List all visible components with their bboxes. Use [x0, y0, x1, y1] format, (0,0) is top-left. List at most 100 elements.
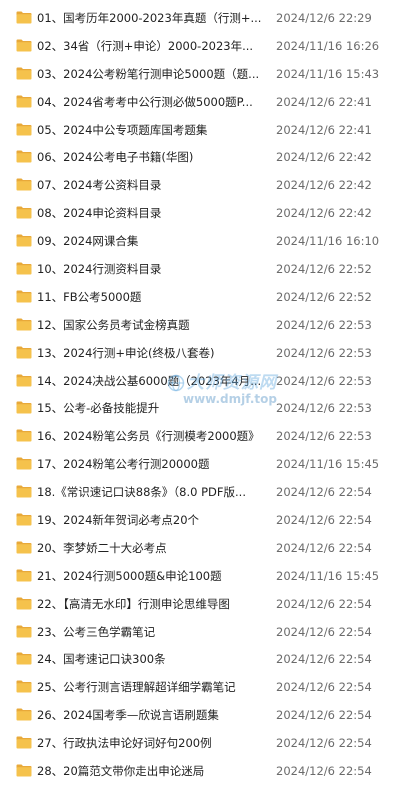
file-row[interactable]: 19、2024新年贺词必考点20个 2024/12/6 22:54 [0, 506, 403, 534]
file-name: 28、20篇范文带你走出申论迷局 [37, 764, 205, 779]
folder-icon [16, 346, 32, 359]
folder-icon [16, 262, 32, 275]
folder-icon [16, 764, 32, 777]
file-row[interactable]: 21、2024行测5000题&申论100题 2024/11/16 15:45 [0, 562, 403, 590]
folder-icon [16, 67, 32, 80]
file-name: 24、国考速记口诀300条 [37, 652, 166, 667]
file-name: 27、行政执法申论好词好句200例 [37, 736, 212, 751]
folder-icon [16, 374, 32, 387]
file-name: 13、2024行测+申论(终极八套卷) [37, 345, 215, 360]
file-modified-date: 2024/11/16 16:26 [276, 38, 380, 53]
file-row[interactable]: 03、2024公考粉笔行测申论5000题（题... 2024/11/16 15:4… [0, 60, 403, 88]
file-modified-date: 2024/12/6 22:54 [276, 680, 372, 695]
file-row[interactable]: 17、2024粉笔公考行测20000题 2024/11/16 15:45 [0, 450, 403, 478]
file-modified-date: 2024/12/6 22:53 [276, 401, 372, 416]
file-name: 20、李梦娇二十大必考点 [37, 540, 167, 555]
file-modified-date: 2024/12/6 22:29 [276, 11, 372, 25]
file-name: 07、2024考公资料目录 [37, 178, 162, 193]
file-name: 25、公考行测言语理解超详细学霸笔记 [37, 680, 236, 695]
file-row[interactable]: 04、2024省考考中公行测必做5000题P... 2024/12/6 22:41 [0, 88, 403, 116]
folder-icon [16, 39, 32, 52]
file-name: 01、国考历年2000-2023年真题（行测+... [37, 11, 262, 25]
file-modified-date: 2024/11/16 15:45 [276, 457, 380, 472]
file-modified-date: 2024/12/6 22:52 [276, 289, 372, 304]
file-list: 01、国考历年2000-2023年真题（行测+... 2024/12/6 22:2… [0, 4, 403, 785]
file-row[interactable]: 26、2024国考季—欣说言语刷题集 2024/12/6 22:54 [0, 701, 403, 729]
file-name: 09、2024网课合集 [37, 234, 139, 249]
folder-icon [16, 625, 32, 638]
file-row[interactable]: 22、【高清无水印】行测申论思维导图 2024/12/6 22:54 [0, 590, 403, 618]
file-row[interactable]: 16、2024粉笔公务员《行测模考2000题》 2024/12/6 22:53 [0, 422, 403, 450]
file-row[interactable]: 20、李梦娇二十大必考点 2024/12/6 22:54 [0, 534, 403, 562]
file-modified-date: 2024/12/6 22:54 [276, 485, 372, 500]
file-modified-date: 2024/11/16 15:45 [276, 568, 380, 583]
file-modified-date: 2024/12/6 22:41 [276, 122, 372, 137]
file-modified-date: 2024/12/6 22:53 [276, 345, 372, 360]
file-name: 21、2024行测5000题&申论100题 [37, 568, 222, 583]
file-name: 03、2024公考粉笔行测申论5000题（题... [37, 66, 260, 81]
file-row[interactable]: 18.《常识速记口诀88条》（8.0 PDF版... 2024/12/6 22:5… [0, 478, 403, 506]
folder-icon [16, 736, 32, 749]
file-row[interactable]: 25、公考行测言语理解超详细学霸笔记 2024/12/6 22:54 [0, 673, 403, 701]
file-row[interactable]: 10、2024行测资料目录 2024/12/6 22:52 [0, 255, 403, 283]
file-modified-date: 2024/11/16 15:43 [276, 66, 380, 81]
file-modified-date: 2024/12/6 22:53 [276, 373, 372, 388]
file-name: 16、2024粉笔公务员《行测模考2000题》 [37, 429, 260, 444]
file-row[interactable]: 12、国家公务员考试金榜真题 2024/12/6 22:53 [0, 311, 403, 339]
file-row[interactable]: 13、2024行测+申论(终极八套卷) 2024/12/6 22:53 [0, 339, 403, 367]
file-modified-date: 2024/12/6 22:54 [276, 652, 372, 667]
folder-icon [16, 429, 32, 442]
file-row[interactable]: 02、34省（行测+申论）2000-2023年... 2024/11/16 16:… [0, 32, 403, 60]
file-row[interactable]: 06、2024公考电子书籍(华图) 2024/12/6 22:42 [0, 143, 403, 171]
file-row[interactable]: 24、国考速记口诀300条 2024/12/6 22:54 [0, 645, 403, 673]
folder-icon [16, 123, 32, 136]
folder-icon [16, 457, 32, 470]
file-modified-date: 2024/12/6 22:53 [276, 317, 372, 332]
file-row[interactable]: 01、国考历年2000-2023年真题（行测+... 2024/12/6 22:2… [0, 4, 403, 32]
file-row[interactable]: 14、2024决战公基6000题（2023年4月... 2024/12/6 22:… [0, 367, 403, 395]
file-modified-date: 2024/12/6 22:54 [276, 624, 372, 639]
file-modified-date: 2024/12/6 22:42 [276, 178, 372, 193]
file-modified-date: 2024/12/6 22:42 [276, 150, 372, 165]
folder-icon [16, 178, 32, 191]
folder-icon [16, 485, 32, 498]
file-name: 02、34省（行测+申论）2000-2023年... [37, 38, 254, 53]
file-row[interactable]: 15、公考-必备技能提升 2024/12/6 22:53 [0, 394, 403, 422]
folder-icon [16, 708, 32, 721]
file-name: 26、2024国考季—欣说言语刷题集 [37, 708, 219, 723]
file-name: 08、2024申论资料目录 [37, 206, 162, 221]
file-name: 15、公考-必备技能提升 [37, 401, 160, 416]
file-name: 10、2024行测资料目录 [37, 262, 162, 277]
file-name: 05、2024中公专项题库国考题集 [37, 122, 208, 137]
file-modified-date: 2024/12/6 22:53 [276, 429, 372, 444]
folder-icon [16, 95, 32, 108]
file-row[interactable]: 08、2024申论资料目录 2024/12/6 22:42 [0, 199, 403, 227]
file-modified-date: 2024/12/6 22:54 [276, 708, 372, 723]
file-modified-date: 2024/12/6 22:42 [276, 206, 372, 221]
file-name: 19、2024新年贺词必考点20个 [37, 513, 200, 528]
file-row[interactable]: 28、20篇范文带你走出申论迷局 2024/12/6 22:54 [0, 757, 403, 785]
file-row[interactable]: 11、FB公考5000题 2024/12/6 22:52 [0, 283, 403, 311]
folder-icon [16, 206, 32, 219]
file-modified-date: 2024/12/6 22:54 [276, 596, 372, 611]
file-name: 22、【高清无水印】行测申论思维导图 [37, 596, 230, 611]
file-name: 12、国家公务员考试金榜真题 [37, 317, 190, 332]
file-name: 11、FB公考5000题 [37, 289, 142, 304]
file-name: 23、公考三色学霸笔记 [37, 624, 156, 639]
file-name: 17、2024粉笔公考行测20000题 [37, 457, 210, 472]
folder-icon [16, 290, 32, 303]
folder-icon [16, 318, 32, 331]
folder-icon [16, 569, 32, 582]
file-name: 04、2024省考考中公行测必做5000题P... [37, 94, 253, 109]
file-row[interactable]: 23、公考三色学霸笔记 2024/12/6 22:54 [0, 618, 403, 646]
file-row[interactable]: 07、2024考公资料目录 2024/12/6 22:42 [0, 171, 403, 199]
folder-icon [16, 150, 32, 163]
folder-icon [16, 597, 32, 610]
file-row[interactable]: 05、2024中公专项题库国考题集 2024/12/6 22:41 [0, 116, 403, 144]
file-modified-date: 2024/12/6 22:41 [276, 94, 372, 109]
folder-icon [16, 234, 32, 247]
file-row[interactable]: 27、行政执法申论好词好句200例 2024/12/6 22:54 [0, 729, 403, 757]
file-name: 06、2024公考电子书籍(华图) [37, 150, 194, 165]
file-row[interactable]: 09、2024网课合集 2024/11/16 16:10 [0, 227, 403, 255]
file-modified-date: 2024/12/6 22:52 [276, 262, 372, 277]
